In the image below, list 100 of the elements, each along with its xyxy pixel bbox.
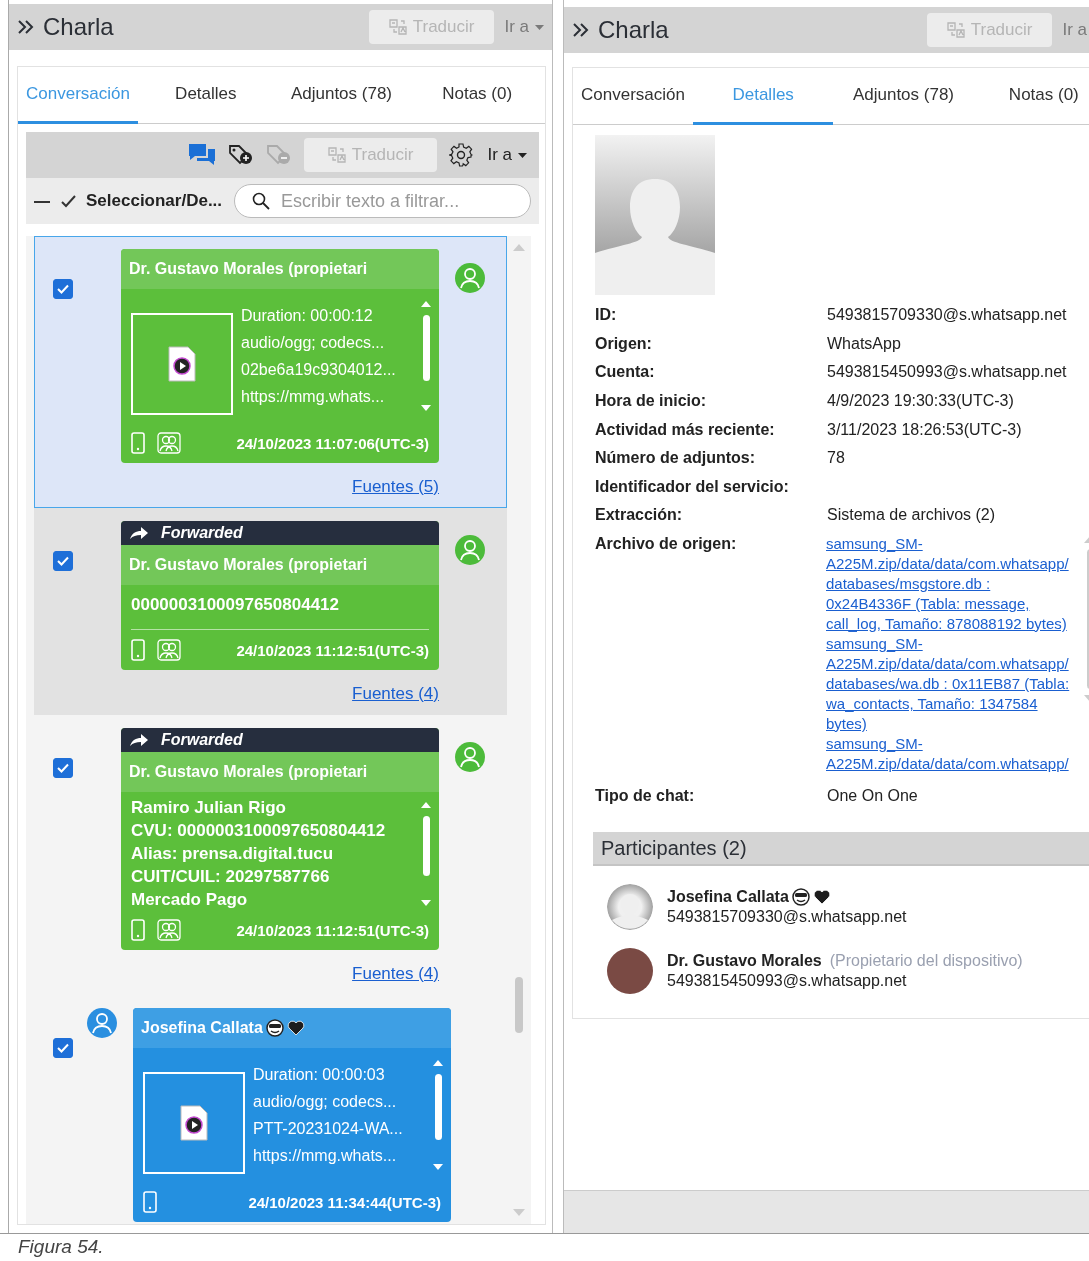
- checkbox[interactable]: [53, 1038, 73, 1058]
- sources-link[interactable]: Fuentes (4): [352, 964, 439, 984]
- field-value: 78: [826, 448, 846, 469]
- attachment-detail: PTT-20231024-WA...: [253, 1119, 404, 1138]
- message-timestamp: 24/10/2023 11:12:51(UTC-3): [236, 921, 429, 939]
- forward-arrow-icon: [129, 733, 149, 747]
- field-value: 3/11/2023 18:26:53(UTC-3): [826, 419, 1023, 440]
- tag-add-icon[interactable]: [227, 144, 254, 166]
- group-icon: [157, 432, 181, 454]
- panel-title: Charla: [43, 13, 114, 41]
- participant-name: Josefina Callata: [667, 888, 789, 907]
- settings-icon[interactable]: [449, 143, 474, 167]
- phone-icon: [131, 919, 145, 941]
- tab[interactable]: Adjuntos (78): [273, 67, 410, 124]
- field-value: Sistema de archivos (2): [826, 505, 997, 526]
- tab[interactable]: Conversación: [573, 68, 693, 125]
- chat-icon[interactable]: [187, 143, 216, 167]
- field-label: Origen:: [595, 333, 653, 354]
- message-row[interactable]: Dr. Gustavo Morales (propietari Duration: 00:00:12 audio/ogg; codecs... 02be6a19c9304012... https://mmg.whats... 24/10/2023 11:07:06(UTC-3) Fuentes (5): [34, 236, 508, 508]
- field-value: 5493815450993@s.whatsapp.net: [826, 362, 1068, 383]
- field-label: ID:: [595, 305, 618, 326]
- double-chevron-icon[interactable]: [572, 22, 590, 38]
- heart-icon: [286, 1020, 305, 1036]
- translate-icon: [327, 147, 346, 163]
- figure-caption: Figura 54.: [17, 1235, 105, 1258]
- section-title: Participantes (2): [601, 836, 747, 860]
- field-label: Hora de inicio:: [595, 391, 708, 412]
- checkbox[interactable]: [53, 279, 73, 299]
- phone-icon: [143, 1191, 157, 1213]
- message-row[interactable]: Josefina Callata Duration: 00:00:03 audio/ogg; codecs... PTT-20231024-WA... https://mmg.whats... 24/10/2023 11:34:44(UTC-3): [34, 995, 508, 1224]
- sender-name: Josefina Callata: [141, 1019, 263, 1037]
- attachment-detail: Duration: 00:00:03: [253, 1065, 386, 1084]
- tab[interactable]: Notas (0): [973, 68, 1089, 125]
- check-icon: [57, 1043, 69, 1053]
- message-text: Ramiro Julian Rigo: [131, 798, 287, 818]
- translate-icon: [946, 22, 965, 38]
- participant-name: Dr. Gustavo Morales: [667, 952, 822, 971]
- phone-icon: [131, 432, 145, 454]
- attachment-detail: https://mmg.whats...: [241, 387, 386, 406]
- tab[interactable]: Notas (0): [409, 67, 545, 124]
- field-value: WhatsApp: [826, 333, 902, 354]
- message-text: 0000003100097650804412: [131, 595, 339, 614]
- tab[interactable]: Conversación: [18, 67, 138, 124]
- attachment-thumbnail[interactable]: [131, 313, 233, 415]
- participant-id: 5493815709330@s.whatsapp.net: [667, 908, 907, 927]
- field-label: Identificador del servicio:: [595, 476, 790, 497]
- source-file-link[interactable]: samsung_SM-A225M.zip/data/data/com.whatsapp/: [826, 733, 1076, 774]
- check-icon: [57, 763, 69, 773]
- double-chevron-icon[interactable]: [17, 19, 35, 35]
- message-text: CUIT/CUIL: 20297587766: [131, 867, 331, 887]
- field-value: 5493815709330@s.whatsapp.net: [826, 305, 1068, 326]
- user-avatar-icon: [455, 263, 485, 293]
- message-row[interactable]: Forwarded Dr. Gustavo Morales (propietari 0000003100097650804412 24/10/2023 11:12:51(UTC-3) Fuentes (4): [34, 508, 508, 715]
- attachment-thumbnail[interactable]: [143, 1072, 245, 1174]
- user-avatar-icon: [87, 1008, 117, 1038]
- check-icon: [57, 556, 69, 566]
- sender-name: Dr. Gustavo Morales (propietari: [129, 556, 368, 574]
- source-file-link[interactable]: samsung_SM-A225M.zip/data/data/com.whatsapp/databases/wa.db : 0x11EB87 (Tabla: wa_contacts, Tamaño: 1347584 bytes): [826, 633, 1076, 734]
- sender-name: Dr. Gustavo Morales (propietari: [129, 260, 368, 278]
- select-toggle[interactable]: Seleccionar/De...: [34, 191, 223, 211]
- sources-link[interactable]: Fuentes (5): [352, 477, 439, 497]
- field-value: One On One: [826, 786, 919, 807]
- source-file-link[interactable]: samsung_SM-A225M.zip/data/data/com.whatsapp/databases/msgstore.db : 0x24B4336F (Tabla: message, call_log, Tamaño: 878088192 bytes): [826, 533, 1076, 634]
- field-label: Tipo de chat:: [595, 786, 696, 807]
- heart-icon: [812, 889, 831, 906]
- check-icon: [57, 284, 69, 294]
- emoji-icon: [791, 888, 810, 907]
- group-icon: [157, 919, 181, 941]
- user-avatar-icon: [455, 742, 485, 772]
- filter-field[interactable]: Escribir texto a filtrar...: [234, 184, 531, 218]
- message-timestamp: 24/10/2023 11:07:06(UTC-3): [236, 434, 429, 452]
- attachment-detail: audio/ogg; codecs...: [241, 333, 386, 352]
- checkbox[interactable]: [53, 758, 73, 778]
- message-timestamp: 24/10/2023 11:34:44(UTC-3): [248, 1193, 441, 1211]
- checkbox[interactable]: [53, 551, 73, 571]
- emoji-icon: [265, 1019, 284, 1037]
- participant-role: (Propietario del dispositivo): [829, 952, 1023, 971]
- message-text: Mercado Pago: [131, 890, 249, 910]
- tab[interactable]: Detalles: [693, 68, 834, 125]
- attachment-detail: 02be6a19c9304012...: [241, 360, 397, 379]
- message-timestamp: 24/10/2023 11:12:51(UTC-3): [236, 641, 429, 659]
- field-label: Archivo de origen:: [595, 534, 738, 555]
- panel-title: Charla: [598, 16, 669, 44]
- go-to-menu[interactable]: Ir a: [485, 145, 529, 165]
- attachment-detail: Duration: 00:00:12: [241, 306, 374, 325]
- forwarded-label: Forwarded: [161, 524, 243, 542]
- caret-icon: [535, 24, 544, 30]
- field-label: Número de adjuntos:: [595, 448, 756, 469]
- message-row[interactable]: Forwarded Dr. Gustavo Morales (propietari Ramiro Julian Rigo CVU: 0000003100097650804412 Alias: prensa.digital.tucu CUIT/CUIL: 20297587766 Mercado Pago 24/10/2023 11:12:51(UTC-3) Fuentes (4): [34, 715, 508, 995]
- translate-icon: [388, 19, 407, 35]
- dash-check-icon: [34, 194, 78, 208]
- tab[interactable]: Detalles: [138, 67, 274, 124]
- field-label: Cuenta:: [595, 362, 656, 383]
- field-label: Extracción:: [595, 505, 684, 526]
- user-avatar-icon: [455, 535, 485, 565]
- sources-link[interactable]: Fuentes (4): [352, 684, 439, 704]
- audio-file-icon: [179, 1105, 209, 1141]
- attachment-detail: https://mmg.whats...: [253, 1146, 398, 1165]
- caret-icon: [518, 152, 527, 158]
- tab[interactable]: Adjuntos (78): [833, 68, 974, 125]
